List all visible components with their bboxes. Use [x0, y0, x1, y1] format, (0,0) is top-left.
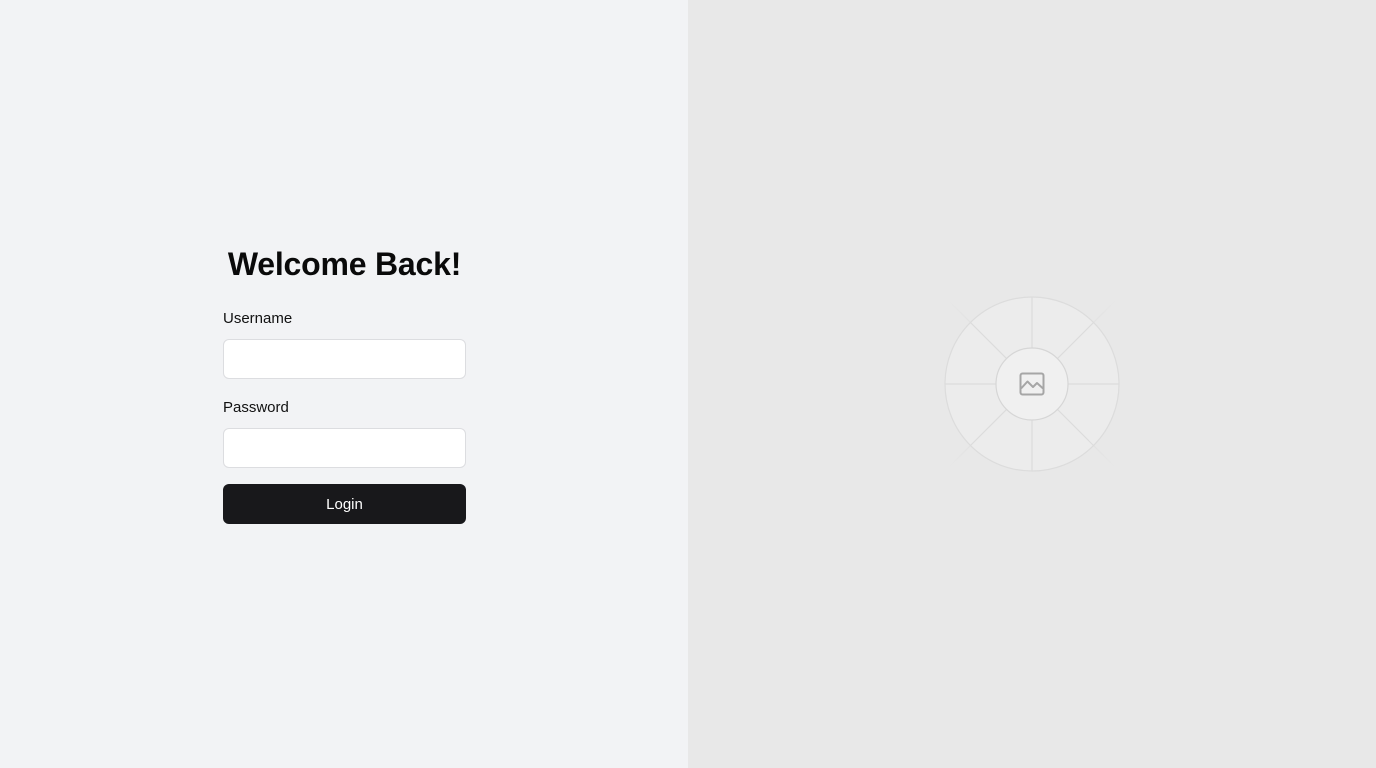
image-placeholder-panel	[688, 0, 1376, 768]
password-input[interactable]	[223, 428, 466, 468]
login-panel: Welcome Back! Username Password Login	[0, 0, 688, 768]
inner-circle	[995, 347, 1069, 421]
login-form: Welcome Back! Username Password Login	[223, 244, 466, 524]
password-label: Password	[223, 399, 289, 416]
username-input[interactable]	[223, 339, 466, 379]
image-placeholder	[912, 264, 1152, 504]
login-button[interactable]: Login	[223, 484, 466, 524]
login-page: Welcome Back! Username Password Login	[0, 0, 1376, 768]
page-title: Welcome Back!	[227, 246, 462, 282]
username-label: Username	[223, 310, 293, 327]
